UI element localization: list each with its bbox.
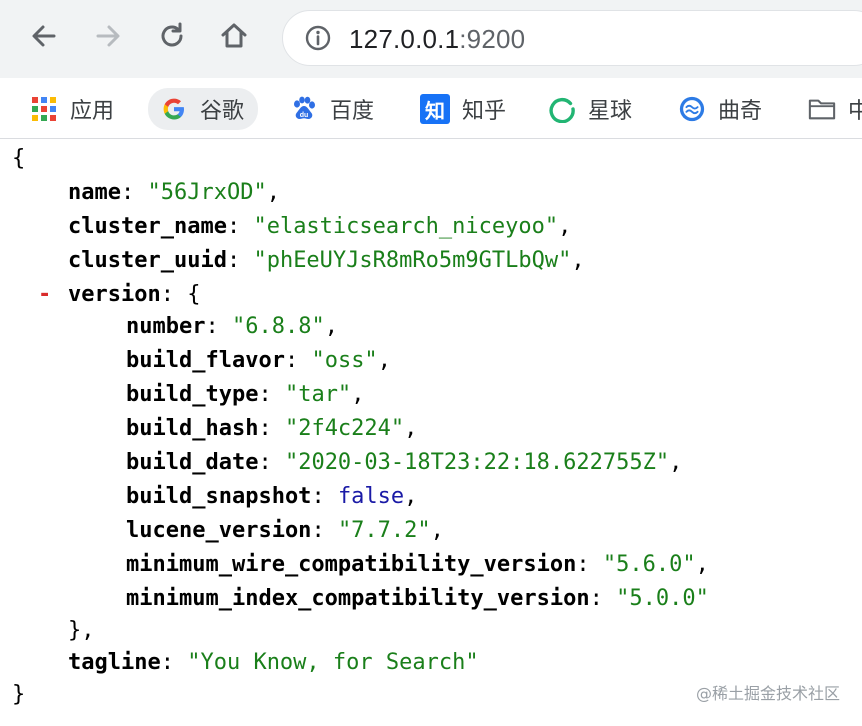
- json-row-cluster-name: cluster_name: "elasticsearch_niceyoo",: [68, 214, 572, 239]
- collapse-toggle[interactable]: -: [38, 278, 51, 312]
- address-bar[interactable]: 127.0.0.1:9200: [282, 10, 862, 66]
- json-key: minimum_wire_compatibility_version: [126, 552, 577, 577]
- zhihu-icon: 知: [420, 94, 450, 124]
- bookmark-label: 曲奇: [718, 98, 763, 123]
- json-key: name: [68, 180, 121, 205]
- json-row-cluster-uuid: cluster_uuid: "phEeUYJsR8mRo5m9GTLbQw",: [68, 248, 585, 273]
- zhihu-icon-text: 知: [425, 100, 445, 123]
- json-key: lucene_version: [126, 518, 312, 543]
- json-row-tagline: tagline: "You Know, for Search": [68, 650, 479, 675]
- json-string-value: "7.7.2": [337, 518, 431, 543]
- json-string-value: "tar": [284, 382, 352, 407]
- json-key: build_hash: [126, 416, 259, 441]
- bookmark-folder[interactable]: 中: [808, 92, 862, 126]
- json-key: cluster_uuid: [68, 248, 227, 273]
- arrow-left-icon: [32, 25, 56, 47]
- svg-text:du: du: [300, 112, 309, 119]
- json-string-value: "elasticsearch_niceyoo": [253, 214, 559, 239]
- json-key: build_date: [126, 450, 259, 475]
- bookmarks-bar: 应用 谷歌 du 百度 知 知乎 星球 曲奇 中: [0, 78, 862, 139]
- arrow-right-icon: [96, 25, 120, 47]
- json-string-value: "2020-03-18T23:22:18.622755Z": [284, 450, 670, 475]
- url-host: 127.0.0.1: [349, 24, 460, 54]
- json-row-build-snapshot: build_snapshot: false,: [126, 484, 418, 509]
- bookmark-quqi[interactable]: 曲奇: [678, 92, 762, 126]
- info-icon[interactable]: [305, 25, 331, 51]
- watermark: @稀土掘金技术社区: [695, 684, 840, 703]
- json-key: number: [126, 314, 206, 339]
- json-row-name: name: "56JrxOD",: [68, 180, 280, 205]
- json-string-value: "phEeUYJsR8mRo5m9GTLbQw": [253, 248, 572, 273]
- apps-grid-icon: [30, 95, 58, 123]
- json-row-min-index-compat: minimum_index_compatibility_version: "5.…: [126, 586, 709, 611]
- home-button[interactable]: [214, 16, 254, 56]
- json-key: cluster_name: [68, 214, 227, 239]
- json-key: build_snapshot: [126, 484, 312, 509]
- json-row-version: version: {: [68, 282, 201, 307]
- bookmark-google[interactable]: 谷歌: [148, 88, 259, 130]
- bookmark-label: 谷歌: [200, 98, 245, 123]
- bookmark-label: 百度: [330, 98, 375, 123]
- json-row-build-hash: build_hash: "2f4c224",: [126, 416, 418, 441]
- folder-icon: [808, 95, 836, 123]
- json-close-brace: }: [12, 682, 26, 707]
- bookmark-label: 知乎: [462, 98, 507, 123]
- json-row-min-wire-compat: minimum_wire_compatibility_version: "5.6…: [126, 552, 709, 577]
- forward-button[interactable]: [88, 16, 128, 56]
- json-string-value: "5.0.0": [616, 586, 709, 611]
- cookie-circle-icon: [678, 95, 706, 123]
- bookmark-label: 应用: [70, 98, 115, 123]
- json-row-build-flavor: build_flavor: "oss",: [126, 348, 391, 373]
- bookmark-xingqiu[interactable]: 星球: [548, 92, 632, 126]
- browser-toolbar: 127.0.0.1:9200: [0, 0, 862, 78]
- json-row-build-type: build_type: "tar",: [126, 382, 365, 407]
- json-key: version: [68, 282, 161, 307]
- bookmark-zhihu[interactable]: 知 知乎: [420, 92, 506, 126]
- json-boolean-value: false: [337, 484, 405, 509]
- json-string-value: "5.6.0": [602, 552, 696, 577]
- back-button[interactable]: [24, 16, 64, 56]
- bookmark-label: 中: [848, 98, 862, 123]
- json-key: minimum_index_compatibility_version: [126, 586, 590, 611]
- bookmark-label: 星球: [588, 98, 633, 123]
- json-string-value: "56JrxOD": [147, 180, 267, 205]
- ring-icon: [548, 95, 576, 123]
- json-row-lucene-version: lucene_version: "7.7.2",: [126, 518, 444, 543]
- reload-button[interactable]: [152, 16, 192, 56]
- google-icon: [160, 95, 188, 123]
- json-viewer: { name: "56JrxOD", cluster_name: "elasti…: [0, 138, 862, 726]
- json-row-build-date: build_date: "2020-03-18T23:22:18.622755Z…: [126, 450, 683, 475]
- home-icon: [221, 23, 247, 48]
- reload-icon: [161, 22, 183, 47]
- json-row-number: number: "6.8.8",: [126, 314, 338, 339]
- json-key: build_type: [126, 382, 259, 407]
- url-text[interactable]: 127.0.0.1:9200: [349, 24, 525, 55]
- url-port: :9200: [459, 24, 526, 54]
- json-string-value: "You Know, for Search": [187, 650, 479, 675]
- json-key: build_flavor: [126, 348, 285, 373]
- json-open-brace: {: [12, 146, 26, 171]
- json-string-value: "oss": [311, 348, 378, 373]
- json-string-value: "2f4c224": [284, 416, 405, 441]
- json-key: tagline: [68, 650, 161, 675]
- json-version-close: },: [68, 618, 95, 643]
- json-string-value: "6.8.8": [231, 314, 325, 339]
- bookmark-apps[interactable]: 应用: [30, 92, 114, 126]
- baidu-paw-icon: du: [290, 95, 318, 123]
- bookmark-baidu[interactable]: du 百度: [290, 92, 374, 126]
